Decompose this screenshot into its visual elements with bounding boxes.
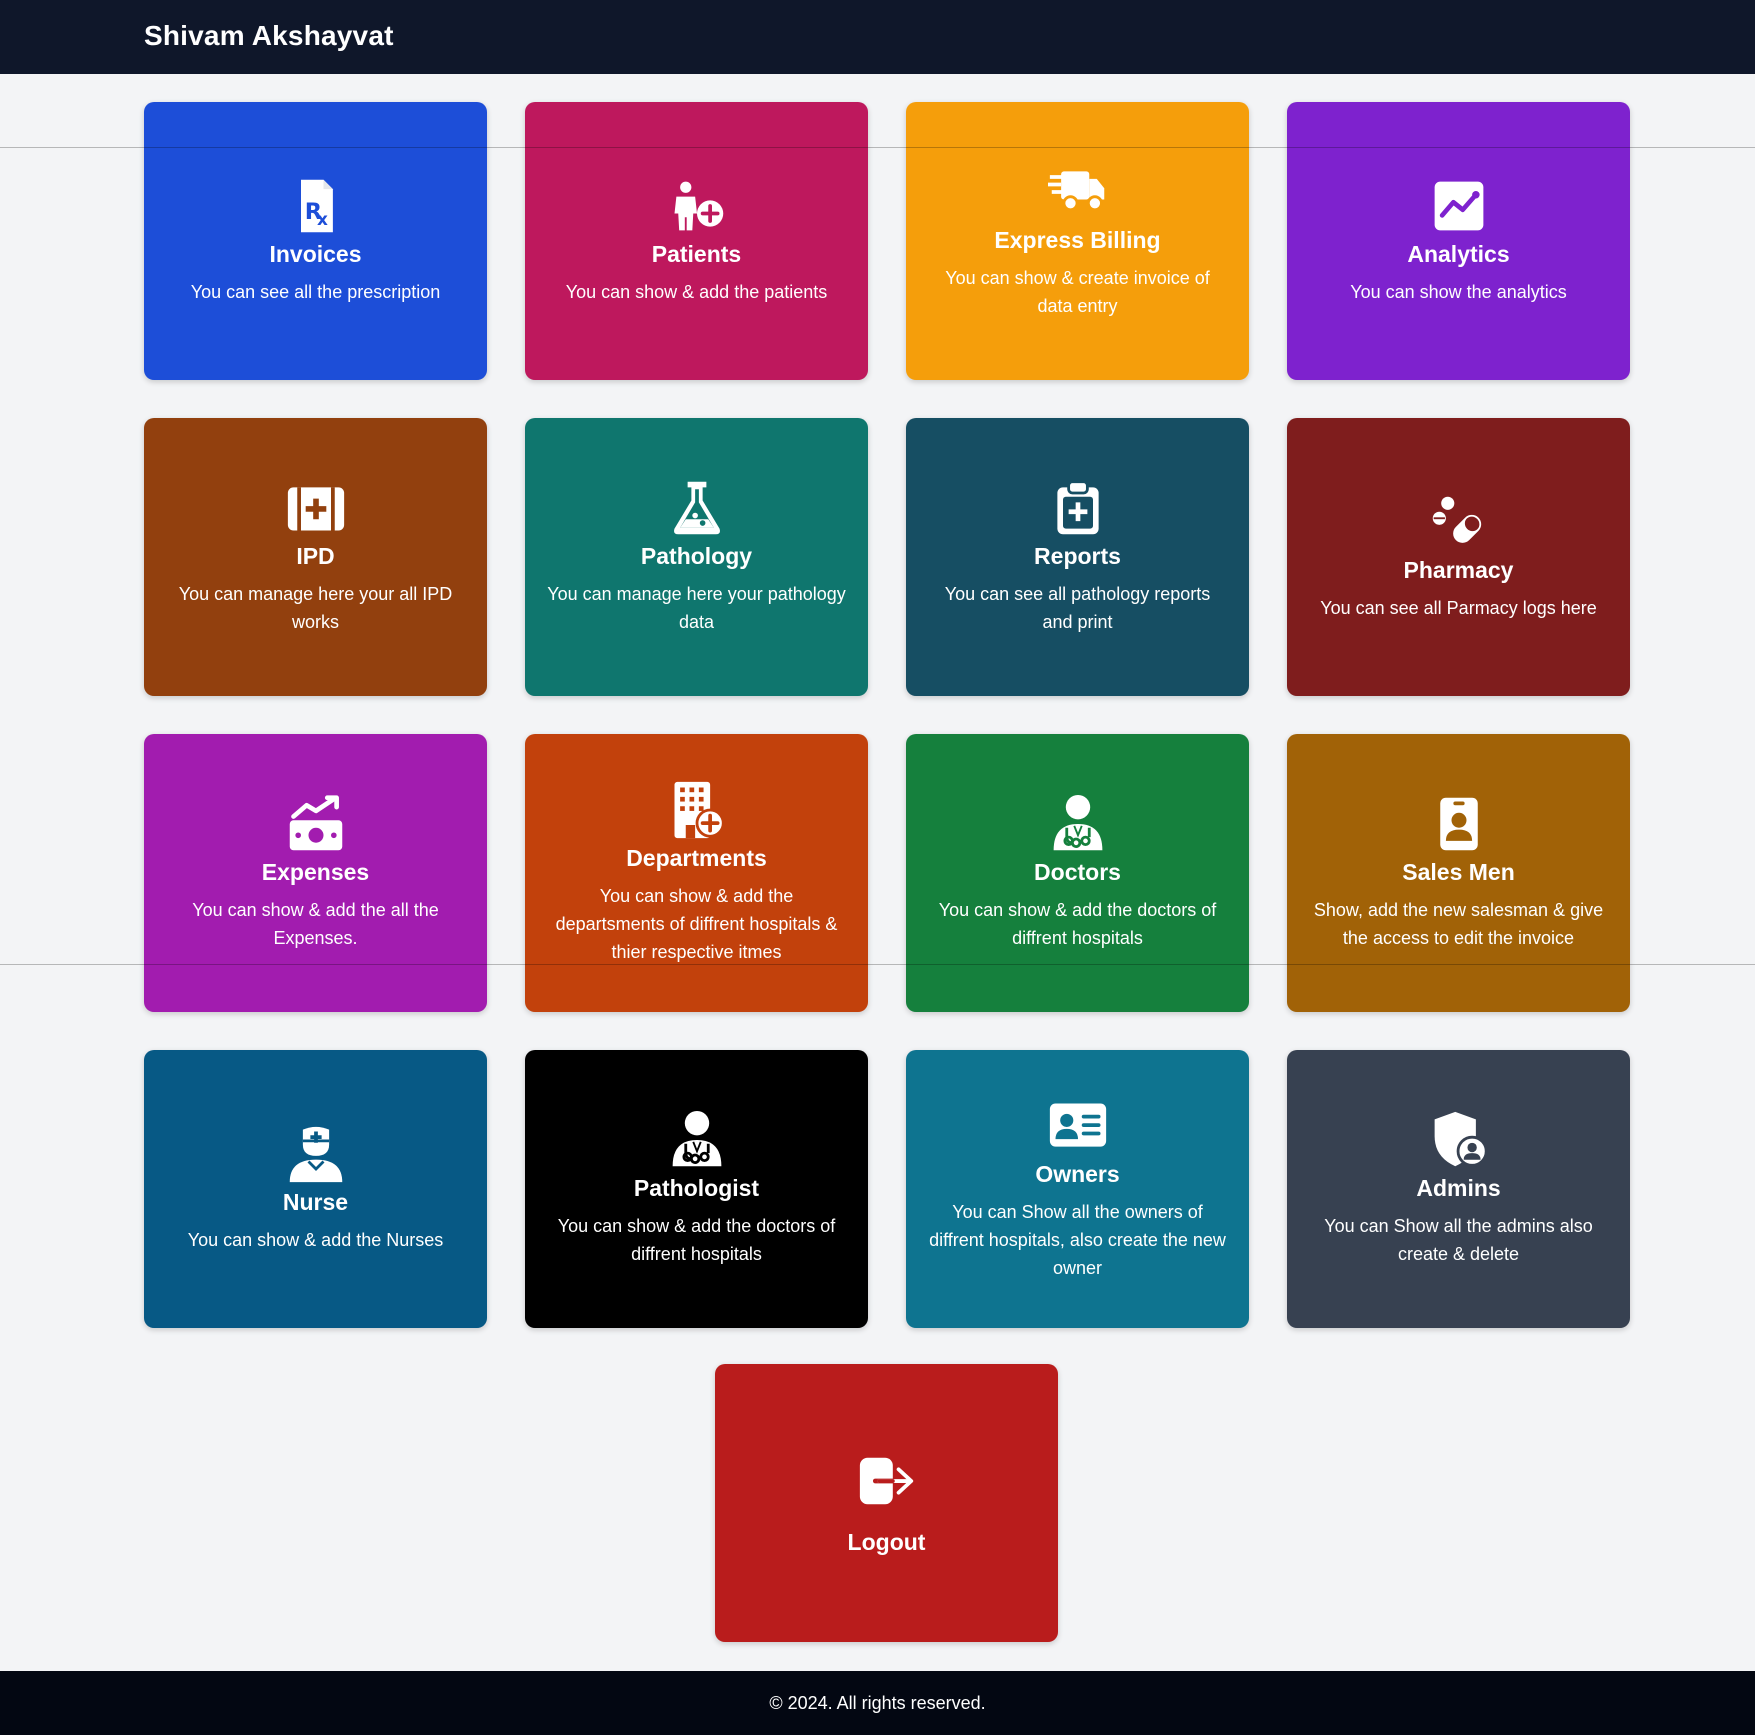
card-description: You can show & add the doctors of diffre…	[557, 1216, 836, 1264]
card-title: Pathology	[640, 543, 753, 569]
card-admins[interactable]: Admins You can Show all the admins also c…	[1287, 1050, 1630, 1328]
card-description: You can Show all the owners of diffrent …	[929, 1202, 1226, 1278]
brand-title[interactable]: Shivam Akshayvat	[144, 20, 394, 52]
card-description: You can manage here your all IPD works	[178, 584, 453, 632]
card-title: Reports	[1034, 543, 1121, 569]
card-title: Owners	[1035, 1161, 1120, 1187]
card-departments[interactable]: Departments You can show & add the depart…	[525, 734, 868, 1012]
copyright-text: © 2024. All rights reserved.	[769, 1692, 986, 1713]
card-title: Analytics	[1407, 241, 1510, 267]
card-description: You can see all Parmacy logs here	[1320, 598, 1597, 618]
card-title: Admins	[1416, 1175, 1501, 1201]
card-doctors[interactable]: Doctors You can show & add the doctors of…	[906, 734, 1249, 1012]
card-analytics[interactable]: Analytics You can show the analytics	[1287, 102, 1630, 380]
card-description: Show, add the new salesman & give the ac…	[1313, 900, 1604, 948]
truck-fast-icon	[1047, 162, 1108, 222]
card-description: You can Show all the admins also create …	[1324, 1216, 1593, 1264]
card-title: Sales Men	[1402, 859, 1515, 885]
card-description: You can manage here your pathology data	[547, 584, 846, 632]
footer: © 2024. All rights reserved.	[0, 1671, 1755, 1735]
card-express-billing[interactable]: Express Billing You can show & create inv…	[906, 102, 1249, 380]
card-owners[interactable]: Owners You can Show all the owners of dif…	[906, 1050, 1249, 1328]
card-title: Invoices	[269, 241, 362, 267]
card-pathologist[interactable]: Pathologist You can show & add the doctor…	[525, 1050, 868, 1328]
clipboard-medical-icon	[1048, 478, 1108, 538]
card-description: You can show & add the Nurses	[187, 1230, 444, 1250]
card-title: Pathologist	[633, 1175, 760, 1201]
card-title: Nurse	[282, 1189, 349, 1215]
card-description: You can see all the prescription	[190, 282, 441, 302]
card-title: Express Billing	[994, 227, 1161, 253]
doctor-icon	[1048, 794, 1108, 854]
card-description: You can show & add the patients	[565, 282, 828, 302]
id-card-icon	[1048, 1096, 1108, 1156]
card-description: You can show & add the doctors of diffre…	[938, 900, 1217, 948]
card-description: You can see all pathology reports and pr…	[944, 584, 1211, 632]
medical-kit-icon	[286, 478, 346, 538]
hospital-building-icon	[667, 780, 727, 840]
shield-user-icon	[1429, 1110, 1489, 1170]
svg-text:x: x	[316, 209, 327, 229]
card-description: You can show & add the all the Expenses.	[192, 900, 439, 948]
card-title: IPD	[296, 543, 335, 569]
card-sales-men[interactable]: Sales Men Show, add the new salesman & gi…	[1287, 734, 1630, 1012]
card-pathology[interactable]: Pathology You can manage here your pathol…	[525, 418, 868, 696]
card-pharmacy[interactable]: Pharmacy You can see all Parmacy logs her…	[1287, 418, 1630, 696]
card-description: You can show the analytics	[1350, 282, 1567, 302]
card-nurse[interactable]: Nurse You can show & add the Nurses	[144, 1050, 487, 1328]
divider-line	[0, 147, 1755, 148]
card-expenses[interactable]: Expenses You can show & add the all the E…	[144, 734, 487, 1012]
doctor-icon	[667, 1110, 727, 1170]
card-title: Doctors	[1034, 859, 1121, 885]
money-trend-icon	[286, 794, 346, 854]
top-navbar: Shivam Akshayvat	[0, 0, 1755, 74]
dashboard-grid: Rx Invoices You can see all the prescripti…	[144, 102, 1630, 1328]
person-add-icon	[667, 176, 727, 236]
id-badge-icon	[1429, 794, 1489, 854]
prescription-icon: Rx	[286, 176, 346, 236]
flask-icon	[667, 478, 727, 538]
card-title: Departments	[626, 845, 767, 871]
card-patients[interactable]: Patients You can show & add the patients	[525, 102, 868, 380]
card-reports[interactable]: Reports You can see all pathology reports…	[906, 418, 1249, 696]
card-title: Expenses	[261, 859, 370, 885]
pills-icon	[1429, 492, 1489, 552]
card-title: Patients	[651, 241, 742, 267]
logout-title: Logout	[847, 1529, 926, 1555]
nurse-icon	[286, 1124, 346, 1184]
card-title: Pharmacy	[1403, 557, 1514, 583]
logout-card[interactable]: Logout	[715, 1364, 1058, 1642]
card-ipd[interactable]: IPD You can manage here your all IPD work…	[144, 418, 487, 696]
sign-out-icon	[856, 1450, 918, 1517]
card-invoices[interactable]: Rx Invoices You can see all the prescripti…	[144, 102, 487, 380]
card-description: You can show & create invoice of data en…	[945, 268, 1210, 316]
card-description: You can show & add the departsments of d…	[555, 886, 838, 962]
divider-line	[0, 964, 1755, 965]
chart-line-icon	[1429, 176, 1489, 236]
